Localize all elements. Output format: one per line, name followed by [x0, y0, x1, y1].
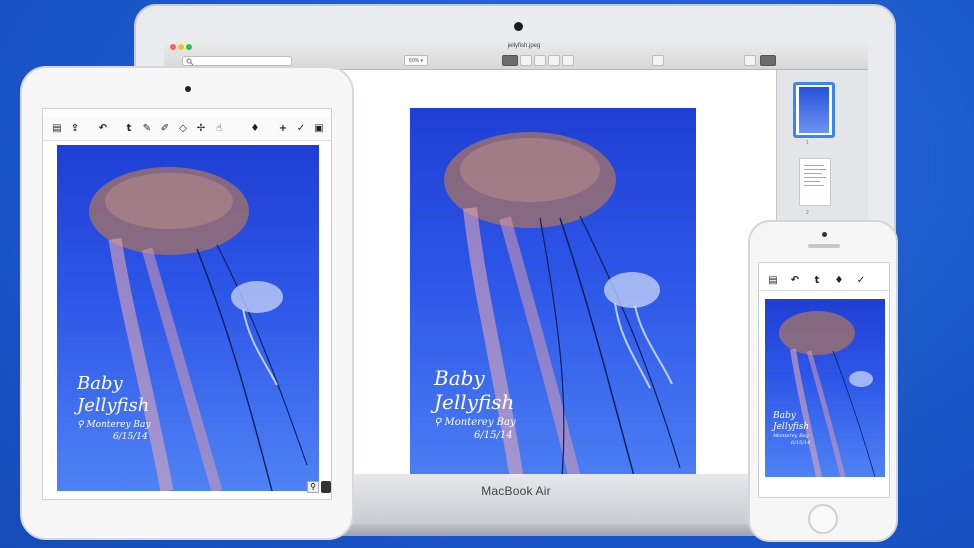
iphone: ▤ ↶ t ♦ ✓ Baby Jellyfish Monterey Bay 6/…: [748, 220, 898, 542]
jellyfish-image-mac: Baby Jellyfish ⚲ Monterey Bay 6/15/14: [410, 108, 696, 474]
jellyfish-image-ipad: Baby Jellyfish ⚲ Monterey Bay 6/15/14: [57, 145, 319, 491]
eraser-icon[interactable]: ◇: [177, 123, 189, 135]
plus-icon[interactable]: +: [277, 123, 289, 135]
pen-tool-button[interactable]: [520, 55, 532, 66]
microphone-icon[interactable]: ♦: [249, 123, 261, 135]
undo-icon[interactable]: ↶: [789, 275, 801, 287]
note-tool-button[interactable]: [562, 55, 574, 66]
highlighter-icon[interactable]: ✐: [159, 123, 171, 135]
highlight-tool-button[interactable]: [534, 55, 546, 66]
art-location: Monterey Bay: [86, 420, 151, 430]
ipad-camera: [185, 86, 191, 92]
microphone-icon[interactable]: ♦: [833, 275, 845, 287]
zoom-icon[interactable]: ⚲: [307, 481, 319, 493]
art-title-line2: Jellyfish: [77, 395, 150, 416]
ipad-toolbar: ▤ ⇪ ↶ t ✎ ✐ ◇ ✢ ☝ ♦ + ✓ ▣: [43, 117, 331, 141]
ipad-home-button[interactable]: [176, 514, 200, 528]
wrench-button[interactable]: [744, 55, 756, 66]
hand-icon[interactable]: ☝: [213, 123, 225, 135]
art-title-line2: Jellyfish: [434, 390, 515, 414]
undo-icon[interactable]: ↶: [97, 123, 109, 135]
iphone-status-bar: [759, 263, 889, 271]
minimize-window-button[interactable]: [178, 44, 184, 50]
art-title-line2: Jellyfish: [773, 422, 810, 432]
iphone-camera: [822, 232, 827, 237]
art-title-line1: Baby: [434, 366, 485, 390]
art-location: Monterey Bay: [773, 433, 809, 439]
window-title: jellyfish.jpeg: [507, 43, 541, 49]
library-icon[interactable]: ▤: [767, 275, 779, 287]
pages-icon[interactable]: ▣: [313, 123, 325, 135]
macbook-camera: [514, 22, 523, 31]
text-tool-icon[interactable]: t: [811, 275, 823, 287]
jellyfish-image-iphone: Baby Jellyfish Monterey Bay 6/15/14: [765, 299, 885, 477]
page-thumbnail-1[interactable]: [793, 82, 835, 138]
art-title-line1: Baby: [773, 411, 796, 421]
shape-tool-button[interactable]: [548, 55, 560, 66]
close-window-button[interactable]: [170, 44, 176, 50]
zoom-window-button[interactable]: [186, 44, 192, 50]
art-date: 6/15/14: [474, 430, 513, 441]
wrench-icon[interactable]: ✓: [295, 123, 307, 135]
library-icon[interactable]: ▤: [51, 123, 63, 135]
iphone-speaker: [808, 244, 840, 248]
wrench-icon[interactable]: ✓: [855, 275, 867, 287]
crop-icon[interactable]: ✢: [195, 123, 207, 135]
search-field[interactable]: [182, 56, 292, 66]
ipad: ▤ ⇪ ↶ t ✎ ✐ ◇ ✢ ☝ ♦ + ✓ ▣ Baby Jellyfish…: [20, 66, 354, 540]
art-date: 6/15/14: [791, 440, 811, 446]
search-icon: [186, 58, 194, 66]
sidebar-toggle-button[interactable]: [760, 55, 776, 66]
art-title-line1: Baby: [77, 373, 123, 394]
location-pin-icon: ⚲: [434, 417, 445, 428]
iphone-home-button[interactable]: [808, 504, 838, 534]
pen-icon[interactable]: ✎: [141, 123, 153, 135]
ipad-screen: ▤ ⇪ ↶ t ✎ ✐ ◇ ✢ ☝ ♦ + ✓ ▣ Baby Jellyfish…: [42, 108, 332, 500]
iphone-toolbar: ▤ ↶ t ♦ ✓: [759, 271, 889, 291]
view-mode-button[interactable]: [502, 55, 518, 66]
page-thumbnail-2[interactable]: [799, 158, 831, 206]
ipad-status-bar: [43, 109, 331, 117]
jellyfish-illustration: [779, 311, 876, 477]
art-location: Monterey Bay: [444, 417, 516, 428]
page-number-1: 1: [806, 140, 809, 146]
share-icon[interactable]: ⇪: [69, 123, 81, 135]
iphone-screen: ▤ ↶ t ♦ ✓ Baby Jellyfish Monterey Bay 6/…: [758, 262, 890, 498]
text-tool-icon[interactable]: t: [123, 123, 135, 135]
zoom-select[interactable]: 50% ▾: [404, 55, 428, 66]
page-number-2: 2: [806, 210, 809, 216]
pages-toggle-button[interactable]: [321, 481, 331, 493]
share-button[interactable]: [652, 55, 664, 66]
art-date: 6/15/14: [113, 432, 148, 442]
